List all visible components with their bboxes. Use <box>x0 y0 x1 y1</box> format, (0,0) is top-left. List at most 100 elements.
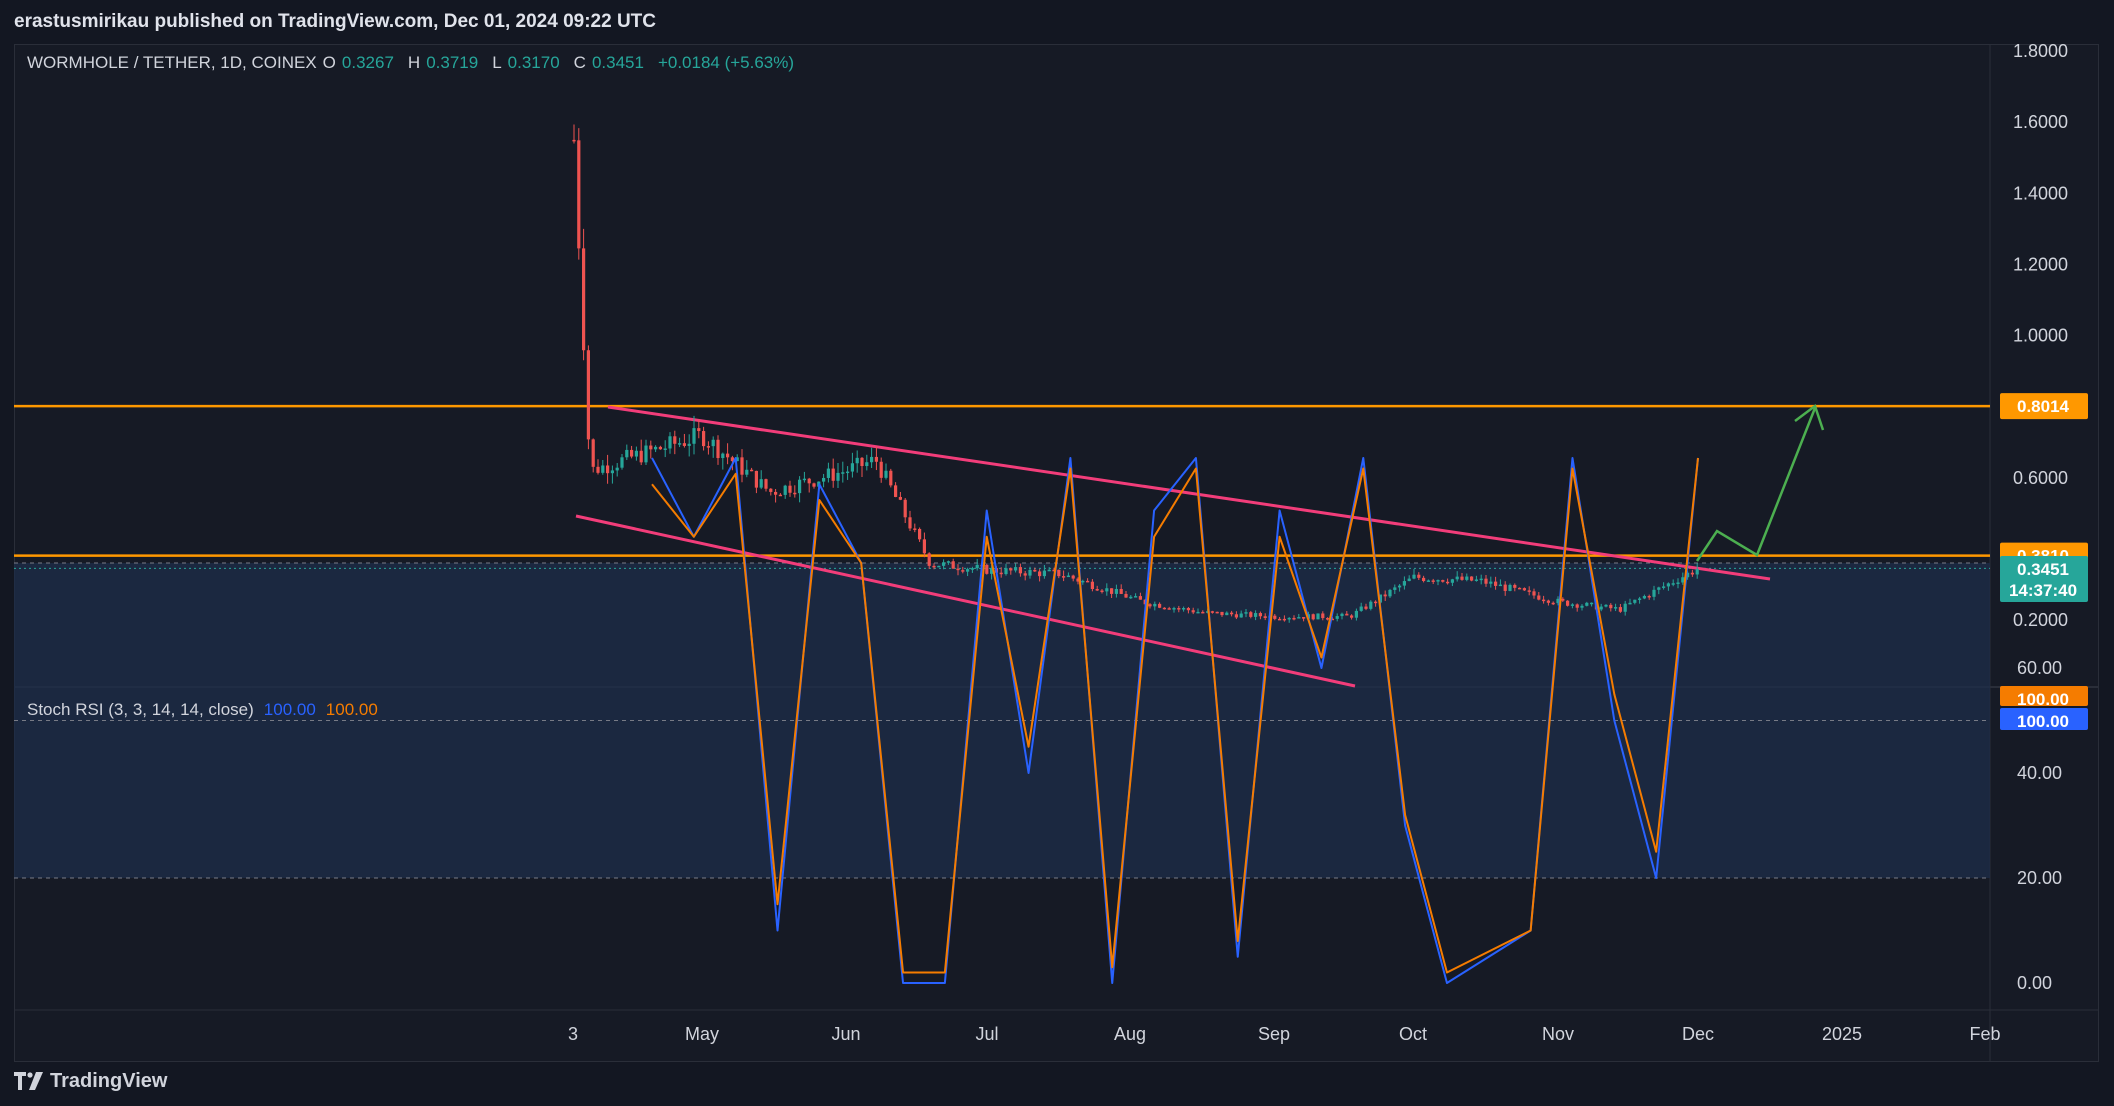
candle-body <box>1340 613 1344 617</box>
candle-body <box>903 499 907 518</box>
candle-body <box>673 436 677 444</box>
candle-body <box>1014 567 1018 571</box>
candle-body <box>658 446 662 450</box>
stoch-d-badge-text: 100.00 <box>2017 690 2069 709</box>
candle-body <box>596 466 600 473</box>
candle-body <box>913 528 917 530</box>
candle-body <box>778 494 782 497</box>
candle-body <box>1479 578 1483 581</box>
time-tick-label: Jul <box>975 1024 998 1044</box>
price-tick-label: 0.2000 <box>2013 610 2068 630</box>
candle-body <box>1518 587 1522 590</box>
candle-body <box>1398 585 1402 588</box>
candle-body <box>942 562 946 566</box>
candle-body <box>922 539 926 554</box>
candle-body <box>822 477 826 482</box>
candle-body <box>985 564 989 574</box>
candle-body <box>946 561 950 563</box>
candle-body <box>1220 611 1224 616</box>
candle-body <box>898 496 902 500</box>
candle-body <box>745 469 749 475</box>
candle-body <box>1335 616 1339 619</box>
candle-body <box>1426 580 1430 582</box>
candle-body <box>812 483 816 487</box>
candle-body <box>1148 604 1152 607</box>
price-tick-label: 0.6000 <box>2013 468 2068 488</box>
candle-body <box>1546 600 1550 603</box>
candle-body <box>1009 568 1013 571</box>
candle-body <box>956 568 960 571</box>
candle-body <box>1532 591 1536 596</box>
candle-body <box>1311 614 1315 620</box>
candle-body <box>606 465 610 474</box>
close-value: 0.3451 <box>591 53 644 72</box>
candle-body <box>1239 613 1243 618</box>
candle-body <box>1369 601 1373 609</box>
candle-body <box>793 492 797 495</box>
candle-body <box>1450 579 1454 583</box>
candle-body <box>750 469 754 472</box>
candle-body <box>582 248 586 351</box>
candle-body <box>1100 590 1104 593</box>
candle-body <box>1690 572 1694 575</box>
time-tick-label: 2025 <box>1822 1024 1862 1044</box>
candle-body <box>1508 584 1512 591</box>
candle-body <box>1537 595 1541 600</box>
candle-body <box>884 470 888 478</box>
candle-body <box>1134 596 1138 598</box>
candle-body <box>788 485 792 493</box>
candle-body <box>1215 611 1219 614</box>
candle-body <box>1503 584 1507 591</box>
candle-body <box>970 568 974 570</box>
candle-body <box>740 457 744 475</box>
candle-body <box>1119 588 1123 594</box>
candle-body <box>975 564 979 569</box>
last-price-badge-text: 0.3451 <box>2017 560 2069 579</box>
candle-body <box>855 457 859 464</box>
candle-body <box>591 439 595 467</box>
resistance-badge-text: 0.8014 <box>2017 397 2070 416</box>
last-price-badge-text: 14:37:40 <box>2009 581 2077 600</box>
candle-body <box>1431 580 1435 582</box>
candle-body <box>932 565 936 568</box>
candle-body <box>1436 580 1440 582</box>
candle-body <box>846 471 850 474</box>
candle-body <box>764 479 768 489</box>
time-tick-label: Aug <box>1114 1024 1146 1044</box>
change-value: +0.0184 (+5.63%) <box>657 53 795 72</box>
candle-body <box>841 472 845 474</box>
candle-body <box>966 569 970 572</box>
upper-trendline <box>607 405 1771 581</box>
candle-body <box>783 485 787 495</box>
candle-body <box>1374 601 1378 604</box>
candle-body <box>754 470 758 488</box>
candle-body <box>654 446 658 450</box>
stoch-tick-label: 60.00 <box>2017 658 2062 678</box>
candle-body <box>1388 589 1392 597</box>
candle-body <box>1662 586 1666 588</box>
tradingview-logo-icon <box>14 1072 43 1090</box>
high-value: 0.3719 <box>426 53 479 72</box>
candle-body <box>625 449 629 458</box>
candle-body <box>1364 606 1368 609</box>
candle-body <box>798 479 802 494</box>
candle-body <box>802 478 806 481</box>
candle-body <box>831 468 835 481</box>
low-value: 0.3170 <box>507 53 560 72</box>
candle-body <box>874 456 878 462</box>
candle-body <box>601 465 605 473</box>
candle-body <box>908 517 912 529</box>
candle-body <box>1201 611 1205 614</box>
candle-body <box>1081 580 1085 583</box>
candle-body <box>1282 618 1286 621</box>
time-tick-label: 3 <box>568 1024 578 1044</box>
price-chart[interactable]: 1.8000 1.6000 1.4000 1.2000 1.0000 0.6000 0.20… <box>0 0 2114 1106</box>
candle-body <box>1609 604 1613 609</box>
candle-body <box>1465 576 1469 580</box>
footer-brand[interactable]: TradingView <box>14 1066 167 1096</box>
candle-body <box>649 445 653 450</box>
candle-body <box>577 140 581 249</box>
candle-body <box>639 450 643 463</box>
candle-body <box>1124 593 1128 598</box>
candle-body <box>1234 614 1238 618</box>
